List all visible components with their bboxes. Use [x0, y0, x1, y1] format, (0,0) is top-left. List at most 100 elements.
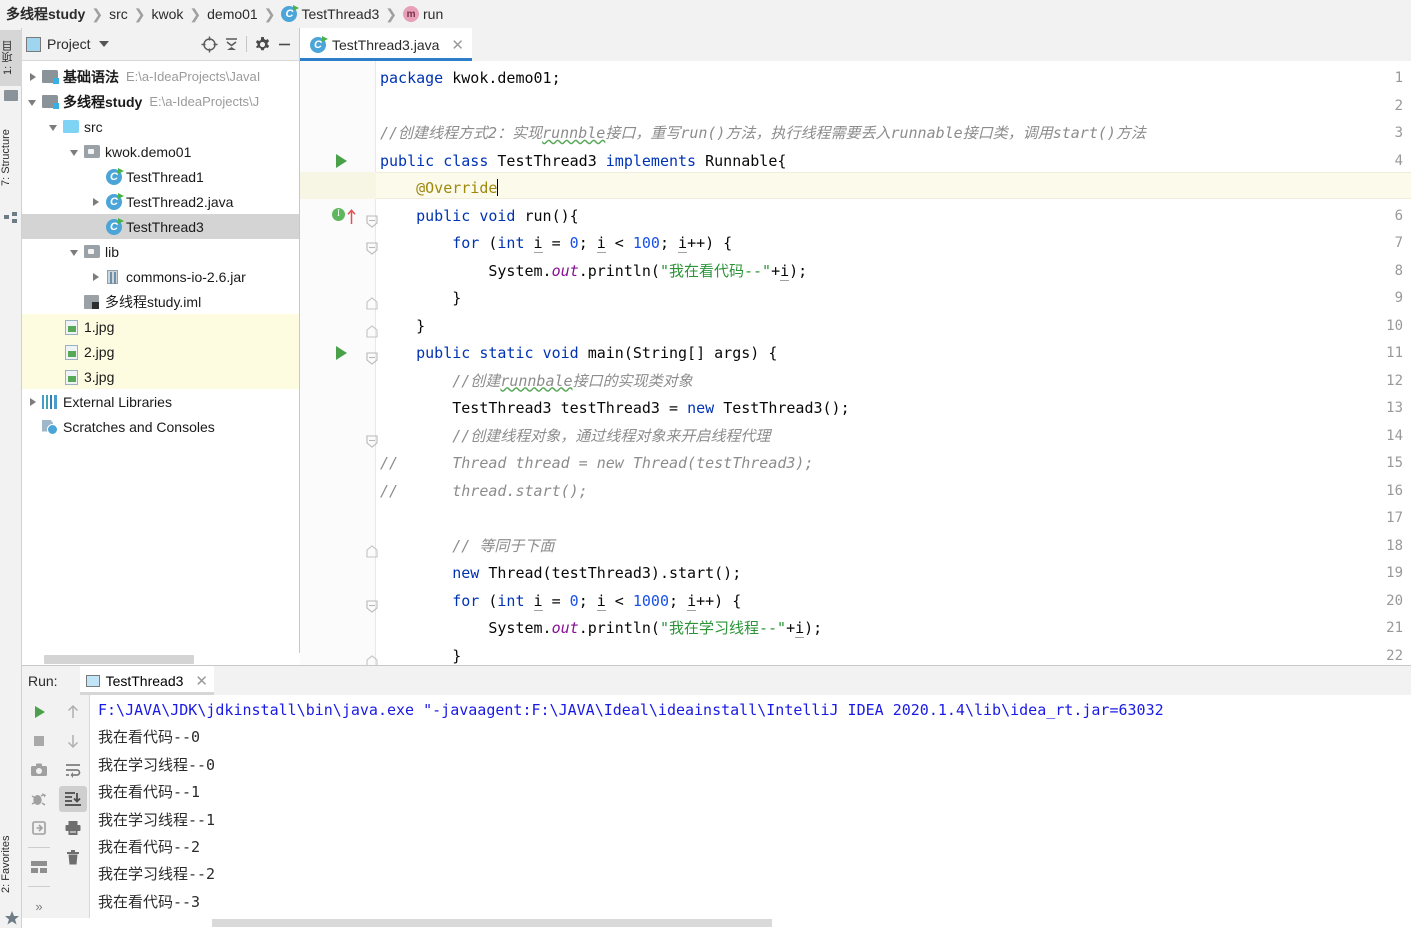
code-content[interactable]: package kwok.demo01; //创建线程方式2：实现runnble接… [380, 61, 1411, 665]
fold-open-icon[interactable] [366, 237, 378, 255]
down-arrow-icon[interactable] [59, 728, 87, 754]
run-gutter-icon[interactable] [336, 153, 347, 168]
run-toolbar-left: » [22, 695, 56, 928]
console-horizontal-scrollbar[interactable] [22, 918, 1411, 928]
fold-close-icon[interactable] [366, 540, 378, 558]
fold-open-icon[interactable] [366, 595, 378, 613]
fold-close-icon[interactable] [366, 320, 378, 338]
code-line: //创建线程方式2：实现runnble接口，重写run()方法，执行线程需要丢入… [380, 124, 1146, 142]
tree-item-lib[interactable]: lib [22, 239, 299, 264]
java-class-icon: C [310, 35, 328, 53]
code-line: System.out.println("我在看代码--"+i); [488, 261, 808, 281]
chevron-right-icon[interactable] [26, 70, 40, 84]
tree-item-label: commons-io-2.6.jar [126, 268, 246, 285]
image-file-icon [63, 369, 80, 385]
breadcrumb-item-demo01[interactable]: demo01 [207, 6, 258, 22]
up-arrow-icon[interactable] [59, 699, 87, 725]
close-icon[interactable]: ✕ [195, 672, 208, 690]
tree-item-testthread3[interactable]: C TestThread3 [22, 214, 299, 239]
console-output-line: 我在看代码--3 [98, 892, 201, 911]
layout-icon[interactable] [25, 854, 53, 880]
java-class-icon: C [105, 192, 124, 210]
tree-item-label: src [84, 118, 103, 135]
code-line: // 等同于下面 [452, 536, 555, 555]
breadcrumb-item-project[interactable]: 多线程study [6, 4, 85, 24]
collapse-all-icon[interactable] [220, 33, 242, 55]
java-class-icon: C [106, 167, 124, 185]
tab-testthread3-java[interactable]: C TestThread3.java ✕ [300, 28, 472, 61]
debug-icon[interactable] [25, 786, 53, 812]
breadcrumb-label: TestThread3 [301, 6, 380, 22]
tree-item-2.jpg[interactable]: 2.jpg [22, 339, 299, 364]
implements-gutter-icon[interactable]: I [332, 207, 345, 221]
project-view-icon [26, 36, 41, 52]
tree-item-src[interactable]: src [22, 114, 299, 139]
console-scrollbar-thumb[interactable] [212, 919, 772, 927]
breadcrumb-item-class[interactable]: C TestThread3 [281, 5, 380, 22]
tree-item-scratchesandconsoles[interactable]: Scratches and Consoles [22, 414, 299, 439]
tree-item-1.jpg[interactable]: 1.jpg [22, 314, 299, 339]
override-gutter-icon[interactable] [347, 206, 356, 224]
chevron-right-icon[interactable] [26, 395, 40, 409]
hide-panel-icon[interactable] [273, 33, 295, 55]
sidebar-tab-favorites[interactable]: 2: Favorites [0, 821, 22, 907]
chevron-down-icon[interactable] [68, 245, 82, 259]
breadcrumb: 多线程study ❯ src ❯ kwok ❯ demo01 ❯ C TestT… [0, 0, 1411, 28]
editor-tab-label: TestThread3.java [332, 36, 440, 53]
rerun-icon[interactable] [25, 699, 53, 725]
run-tab-testthread3[interactable]: TestThread3 ✕ [79, 666, 215, 695]
console-output-line: 我在学习线程--2 [98, 865, 216, 884]
external-libraries-icon [42, 394, 57, 409]
breadcrumb-label: demo01 [207, 6, 258, 22]
fold-close-icon[interactable] [366, 650, 378, 665]
tree-item-study[interactable]: 多线程study E:\a-IdeaProjects\J [22, 89, 299, 114]
stop-icon[interactable] [25, 728, 53, 754]
code-editor[interactable]: 123456I78910111213141516171819202122 pac… [300, 61, 1411, 665]
sidebar-tab-structure[interactable]: 7: Structure [0, 110, 22, 206]
tree-item-commons-io-2.6.jar[interactable]: commons-io-2.6.jar [22, 264, 299, 289]
project-horizontal-scrollbar[interactable] [44, 653, 322, 665]
code-line: } [452, 646, 462, 665]
fold-close-icon[interactable] [366, 292, 378, 310]
soft-wrap-icon[interactable] [59, 757, 87, 783]
expand-more-icon[interactable]: » [25, 893, 53, 919]
console-output[interactable]: F:\JAVA\JDK\jdkinstall\bin\java.exe "-ja… [90, 695, 1411, 928]
chevron-down-icon[interactable] [26, 95, 40, 109]
run-gutter-icon[interactable] [336, 346, 347, 360]
chevron-right-icon[interactable] [89, 270, 103, 284]
breadcrumb-item-kwok[interactable]: kwok [151, 6, 183, 22]
tree-item-3.jpg[interactable]: 3.jpg [22, 364, 299, 389]
console-output-line: 我在学习线程--0 [98, 755, 216, 774]
fold-open-icon[interactable] [366, 347, 378, 365]
chevron-down-icon[interactable] [68, 145, 82, 159]
scroll-to-end-icon[interactable] [58, 786, 87, 812]
tree-item-testthread1[interactable]: C TestThread1 [22, 164, 299, 189]
tree-item-[interactable]: 基础语法 E:\a-IdeaProjects\JavaI [22, 64, 299, 89]
fold-open-icon[interactable] [366, 210, 378, 228]
chevron-down-icon[interactable] [98, 41, 109, 47]
console-output-line: 我在看代码--2 [98, 838, 201, 857]
print-icon[interactable] [59, 815, 87, 841]
tree-item-kwok.demo01[interactable]: kwok.demo01 [22, 139, 299, 164]
screenshot-icon[interactable] [25, 757, 53, 783]
close-icon[interactable]: ✕ [451, 36, 464, 54]
editor-gutter[interactable] [300, 61, 376, 665]
tree-item-externallibraries[interactable]: External Libraries [22, 389, 299, 414]
tree-item-testthread2.java[interactable]: C TestThread2.java [22, 189, 299, 214]
image-file-icon [65, 319, 78, 335]
breadcrumb-item-method[interactable]: m run [403, 6, 443, 22]
tree-item-study.iml[interactable]: 多线程study.iml [22, 289, 299, 314]
fold-open-icon[interactable] [366, 430, 378, 448]
breadcrumb-item-src[interactable]: src [109, 6, 128, 22]
project-tree[interactable]: 基础语法 E:\a-IdeaProjects\JavaI 多线程study E:\a-… [22, 61, 299, 654]
locate-icon[interactable] [198, 33, 220, 55]
clear-all-icon[interactable] [59, 844, 87, 870]
gear-icon[interactable] [251, 33, 273, 55]
sidebar-tab-project[interactable]: 1: 项目 [0, 30, 22, 86]
project-scrollbar-thumb[interactable] [44, 655, 194, 664]
chevron-down-icon[interactable] [47, 120, 61, 134]
chevron-right-icon[interactable] [89, 195, 103, 209]
export-icon[interactable] [25, 815, 53, 841]
